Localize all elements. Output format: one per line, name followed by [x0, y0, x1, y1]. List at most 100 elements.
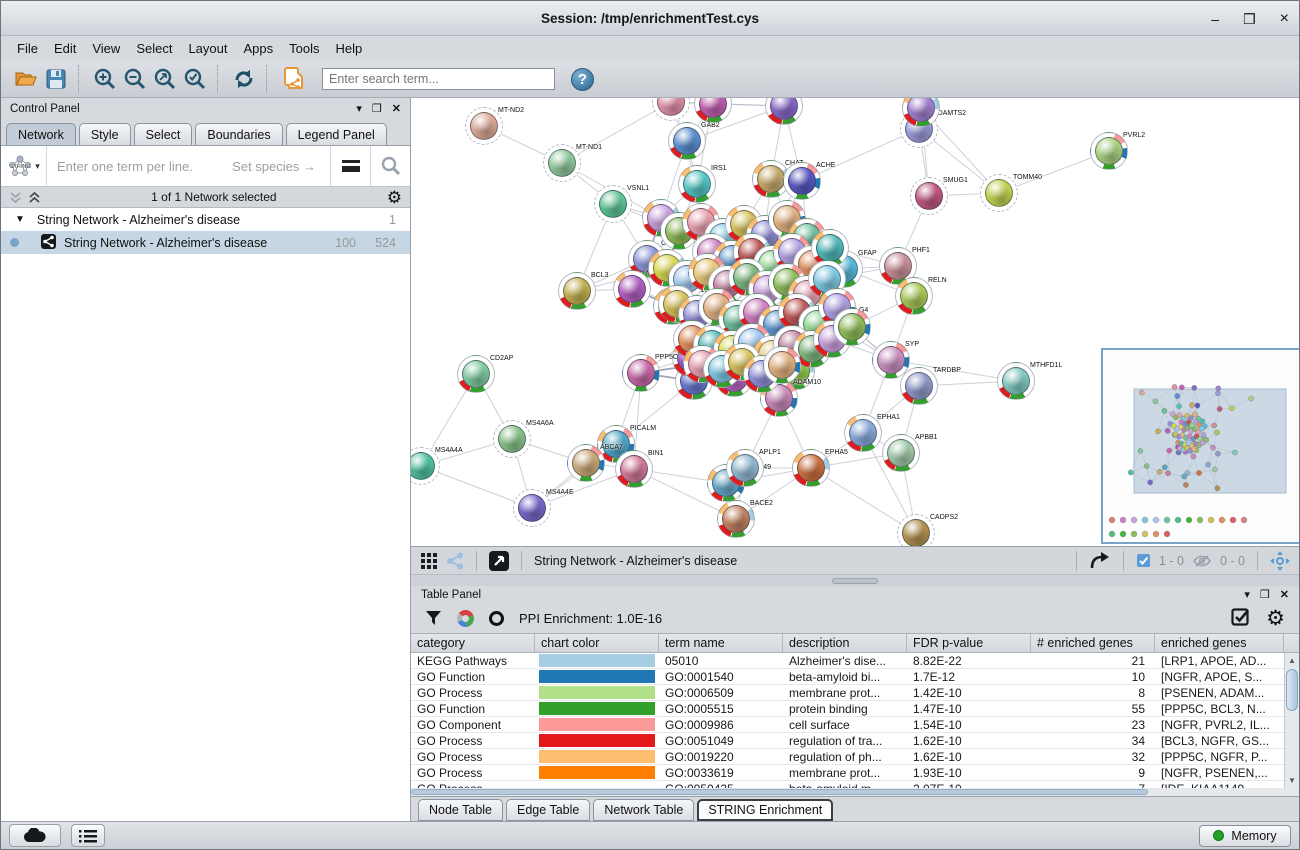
string-query-input[interactable]: Enter one term per line. [47, 159, 232, 174]
enrichment-row-GO:0001540[interactable]: GO FunctionGO:0001540beta-amyloid bi...1… [411, 669, 1299, 685]
task-list-button[interactable] [71, 824, 105, 847]
enrichment-row-GO:0009986[interactable]: GO ComponentGO:0009986cell surface1.54E-… [411, 717, 1299, 733]
string-search-button[interactable] [370, 146, 410, 186]
hscrollbar-thumb[interactable] [411, 789, 1148, 795]
grid-view-icon[interactable] [420, 552, 438, 570]
refresh-button[interactable] [229, 65, 259, 93]
close-panel-icon[interactable]: ✕ [1280, 588, 1289, 601]
column-header-description[interactable]: description [783, 634, 907, 652]
network-node-SMUG1[interactable]: SMUG1 [910, 177, 948, 215]
help-icon[interactable]: ? [571, 68, 594, 91]
menu-view[interactable]: View [84, 39, 128, 58]
close-panel-icon[interactable]: ✕ [392, 102, 401, 115]
tab-string-enrichment[interactable]: STRING Enrichment [697, 799, 833, 821]
network-node-TOMM40[interactable]: TOMM40 [980, 174, 1018, 212]
menu-layout[interactable]: Layout [180, 39, 235, 58]
network-node-EPHA1[interactable]: EPHA1 [844, 414, 882, 452]
tab-legend-panel[interactable]: Legend Panel [286, 123, 387, 145]
column-header-term-name[interactable]: term name [659, 634, 783, 652]
enrichment-row-GO:0005515[interactable]: GO FunctionGO:0005515protein binding1.47… [411, 701, 1299, 717]
menu-edit[interactable]: Edit [46, 39, 84, 58]
vertical-scrollbar[interactable]: ▲ ▼ [1284, 653, 1299, 788]
network-node-ACHE[interactable]: ACHE [783, 162, 821, 200]
network-node-BCL3[interactable]: BCL3 [558, 272, 596, 310]
network-node-RELN[interactable]: RELN [895, 277, 933, 315]
share-view-icon[interactable] [446, 552, 464, 570]
network-node-GAB2[interactable]: GAB2 [668, 122, 706, 160]
network-node[interactable] [902, 98, 940, 127]
pan-tool-icon[interactable] [1270, 551, 1290, 571]
network-node-CADPS2[interactable]: CADPS2 [897, 514, 935, 546]
tab-network-table[interactable]: Network Table [593, 799, 694, 821]
menu-tools[interactable]: Tools [281, 39, 327, 58]
collapse-all-icon[interactable] [9, 191, 22, 204]
enrichment-row-GO:0050435[interactable]: GO ProcessGO:0050435beta-amyloid m...2.0… [411, 781, 1299, 788]
network-node[interactable] [652, 98, 690, 121]
network-node-MME[interactable]: MME [613, 270, 651, 308]
scroll-up-icon[interactable]: ▲ [1285, 653, 1299, 668]
network-node-SYP[interactable]: SYP [872, 341, 910, 379]
network-node-MT-ND1[interactable]: MT-ND1 [543, 144, 581, 182]
export-network-icon[interactable] [1089, 551, 1111, 571]
network-node-EPHA5[interactable]: EPHA5 [792, 449, 830, 487]
tab-select[interactable]: Select [134, 123, 193, 145]
tab-style[interactable]: Style [79, 123, 131, 145]
zoom-out-button[interactable] [120, 65, 150, 93]
float-panel-icon[interactable]: ❒ [1260, 588, 1270, 601]
menu-select[interactable]: Select [128, 39, 180, 58]
column-header-enriched-genes[interactable]: enriched genes [1155, 634, 1284, 652]
network-node-BIN1[interactable]: BIN1 [615, 450, 653, 488]
network-node-PPP5C[interactable]: PPP5C [622, 354, 660, 392]
save-session-button[interactable] [41, 65, 71, 93]
table-settings-gear-icon[interactable]: ⚙ [1266, 608, 1285, 629]
network-node-APBB1[interactable]: APBB1 [882, 434, 920, 472]
network-tree-row[interactable]: String Network - Alzheimer's disease1005… [1, 231, 410, 254]
string-options-button[interactable] [330, 146, 370, 186]
tree-caret-icon[interactable]: ▼ [15, 214, 25, 225]
network-node-ABCA7[interactable]: ABCA7 [567, 444, 605, 482]
network-node[interactable] [763, 346, 801, 384]
network-node-APLP1[interactable]: APLP1 [726, 449, 764, 487]
menu-file[interactable]: File [9, 39, 46, 58]
column-header-category[interactable]: category [411, 634, 535, 652]
filter-icon[interactable] [425, 610, 442, 626]
network-node-CD2AP[interactable]: CD2AP [457, 355, 495, 393]
network-node-VSNL1[interactable]: VSNL1 [594, 185, 632, 223]
string-logo-icon[interactable]: STRING ▾ [1, 146, 47, 186]
network-node-MT-ND2[interactable]: MT-ND2 [465, 107, 503, 145]
search-input[interactable] [322, 68, 555, 90]
horizontal-divider[interactable] [411, 574, 1299, 586]
scroll-down-icon[interactable]: ▼ [1285, 773, 1299, 788]
network-node-MS4A4A[interactable]: MS4A4A [411, 447, 440, 485]
species-selector[interactable]: Set species → [232, 159, 330, 174]
panel-menu-icon[interactable]: ▾ [1244, 588, 1250, 601]
network-node-BACE2[interactable]: BACE2 [717, 500, 755, 538]
network-node[interactable] [833, 308, 871, 346]
zoom-selected-button[interactable] [180, 65, 210, 93]
enrichment-row-GO:0006509[interactable]: GO ProcessGO:0006509membrane prot...1.42… [411, 685, 1299, 701]
zoom-in-button[interactable] [90, 65, 120, 93]
chart-settings-icon[interactable] [457, 610, 474, 627]
network-canvas[interactable]: MT-ND2MT-ND1VSNL1GAB2IRS1CHATACHEAPOECLU… [411, 98, 1299, 546]
panel-menu-icon[interactable]: ▾ [356, 102, 362, 115]
birds-eye-view[interactable] [1101, 348, 1299, 544]
enrichment-row-GO:0033619[interactable]: GO ProcessGO:0033619membrane prot...1.93… [411, 765, 1299, 781]
minimize-button[interactable]: – [1211, 12, 1219, 26]
column-header--enriched-genes[interactable]: # enriched genes [1031, 634, 1155, 652]
expand-all-icon[interactable] [28, 191, 41, 204]
network-node-MTHFD1L[interactable]: MTHFD1L [997, 362, 1035, 400]
network-node-MS4A4E[interactable]: MS4A4E [513, 489, 551, 527]
scrollbar-thumb[interactable] [1286, 669, 1298, 711]
ring-chart-icon[interactable] [489, 611, 504, 626]
network-node-IRS1[interactable]: IRS1 [678, 165, 716, 203]
memory-button[interactable]: Memory [1199, 825, 1291, 847]
open-session-button[interactable] [11, 65, 41, 93]
column-header-chart-color[interactable]: chart color [535, 634, 659, 652]
column-header-fdr-p-value[interactable]: FDR p-value [907, 634, 1031, 652]
open-in-new-window-icon[interactable] [489, 551, 509, 571]
float-panel-icon[interactable]: ❒ [372, 102, 382, 115]
network-node-PVRL2[interactable]: PVRL2 [1090, 132, 1128, 170]
maximize-button[interactable]: ❒ [1243, 12, 1256, 26]
enrichment-row-GO:0019220[interactable]: GO ProcessGO:0019220regulation of ph...1… [411, 749, 1299, 765]
close-button[interactable]: × [1280, 11, 1289, 27]
